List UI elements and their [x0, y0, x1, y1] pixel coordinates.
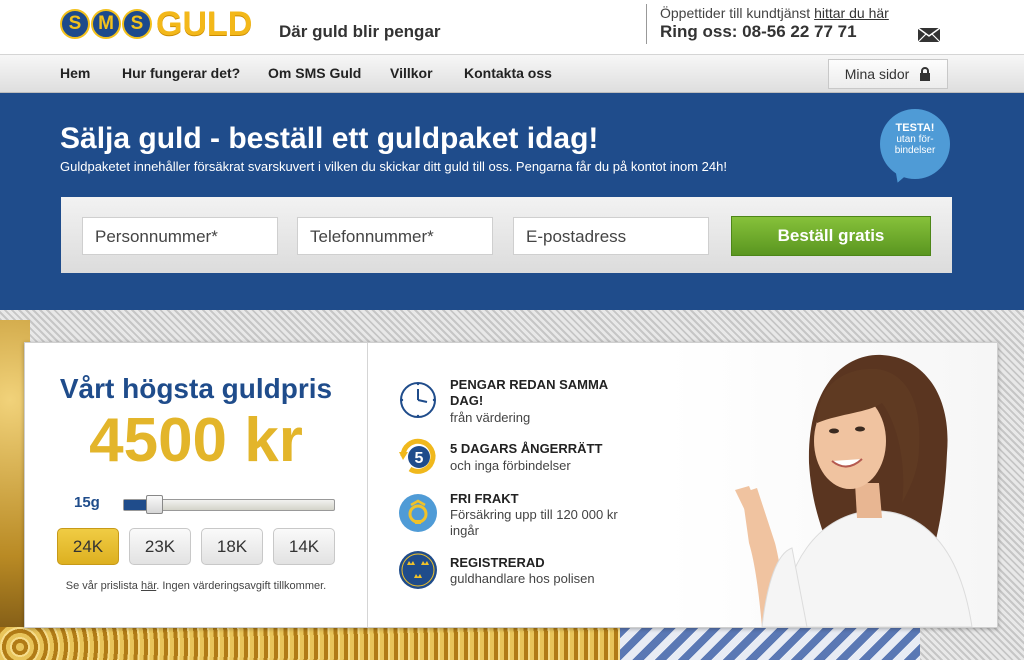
- weight-slider-handle[interactable]: [146, 495, 163, 514]
- gold-jewelry-image-bottom: [0, 627, 620, 660]
- testa-badge[interactable]: TESTA! utan för- bindelser: [880, 109, 950, 179]
- hours-text: Öppettider till kundtjänst: [660, 5, 811, 21]
- pricelist-prefix: Se vår prislista: [65, 580, 138, 592]
- three-crowns-icon: [399, 551, 437, 589]
- testa-badge-line2: utan för-: [896, 134, 934, 145]
- woman-pointing-image: [735, 354, 973, 628]
- header-divider: [646, 4, 647, 44]
- pricelist-suffix: . Ingen värderingsavgift tillkommer.: [156, 580, 327, 592]
- feature-4-sub: guldhandlare hos polisen: [450, 571, 595, 586]
- weight-label: 15g: [74, 494, 100, 511]
- return-5-icon: 5: [399, 438, 436, 474]
- feature-3-title: FRI FRAKT: [450, 491, 519, 506]
- fabric-image-bottom: [620, 627, 920, 660]
- return-5-icon-text: 5: [415, 450, 424, 467]
- hours-link[interactable]: hittar du här: [814, 5, 889, 21]
- woman-photo: [667, 343, 997, 628]
- mina-sidor-button[interactable]: Mina sidor: [828, 59, 948, 89]
- hero-title: Sälja guld - beställ ett guldpaket idag!: [60, 122, 599, 155]
- telefon-input[interactable]: Telefonnummer*: [297, 217, 493, 255]
- feature-3-sub: Försäkring upp till 120 000 kr ingår: [450, 507, 618, 538]
- sms-guld-logo[interactable]: S M S GULD: [60, 4, 253, 43]
- price-heading: Vårt högsta guldpris: [59, 373, 333, 404]
- feature-2-sub: och inga förbindelser: [450, 458, 571, 473]
- price-panel: Vårt högsta guldpris 4500 kr 15g 24K 23K…: [24, 342, 998, 628]
- order-button[interactable]: Beställ gratis: [731, 216, 931, 256]
- nav-item-om[interactable]: Om SMS Guld: [268, 65, 361, 81]
- tagline: Där guld blir pengar: [279, 22, 441, 41]
- phone-number: Ring oss: 08-56 22 77 71: [660, 22, 857, 41]
- hero-subtitle: Guldpaketet innehåller försäkrat svarsku…: [60, 159, 727, 174]
- pricelist-note: Se vår prislista här. Ingen värderingsav…: [25, 580, 367, 592]
- envelope-icon[interactable]: [917, 27, 941, 43]
- mina-sidor-label: Mina sidor: [844, 66, 910, 82]
- karat-18k-button[interactable]: 18K: [201, 528, 263, 565]
- hero-section: Sälja guld - beställ ett guldpaket idag!…: [0, 93, 1024, 310]
- karat-14k-button[interactable]: 14K: [273, 528, 335, 565]
- clock-icon: [400, 382, 436, 418]
- feature-2-title: 5 DAGARS ÅNGERRÄTT: [450, 441, 603, 456]
- logo-coin-m: M: [91, 9, 121, 39]
- karat-24k-button[interactable]: 24K: [57, 528, 119, 565]
- feature-4-title: REGISTRERAD: [450, 555, 545, 570]
- feature-1-title: PENGAR REDAN SAMMA DAG!: [450, 377, 608, 408]
- testa-badge-line3: bindelser: [894, 145, 936, 156]
- nav-item-hem[interactable]: Hem: [60, 65, 90, 81]
- panel-divider: [367, 343, 368, 627]
- nav-item-kontakta[interactable]: Kontakta oss: [464, 65, 552, 81]
- lock-icon: [920, 66, 931, 81]
- main-nav: Hem Hur fungerar det? Om SMS Guld Villko…: [0, 54, 1024, 93]
- testa-badge-line1: TESTA!: [895, 122, 935, 134]
- email-input[interactable]: E-postadress: [513, 217, 709, 255]
- pricelist-link[interactable]: här: [141, 580, 156, 592]
- top-header: S M S GULD Där guld blir pengar Öppettid…: [0, 0, 1024, 54]
- order-form: Personnummer* Telefonnummer* E-postadres…: [61, 197, 952, 273]
- nav-item-hur-fungerar[interactable]: Hur fungerar det?: [122, 65, 240, 81]
- karat-23k-button[interactable]: 23K: [129, 528, 191, 565]
- post-horn-icon: [399, 494, 437, 532]
- nav-item-villkor[interactable]: Villkor: [390, 65, 433, 81]
- logo-word: GULD: [156, 4, 253, 43]
- logo-coin-s: S: [60, 9, 90, 39]
- personnummer-input[interactable]: Personnummer*: [82, 217, 278, 255]
- logo-coin-s2: S: [122, 9, 152, 39]
- opening-hours: Öppettider till kundtjänst hittar du här: [660, 5, 889, 21]
- price-value: 4500 kr: [89, 406, 303, 475]
- feature-1-sub: från värdering: [450, 410, 531, 425]
